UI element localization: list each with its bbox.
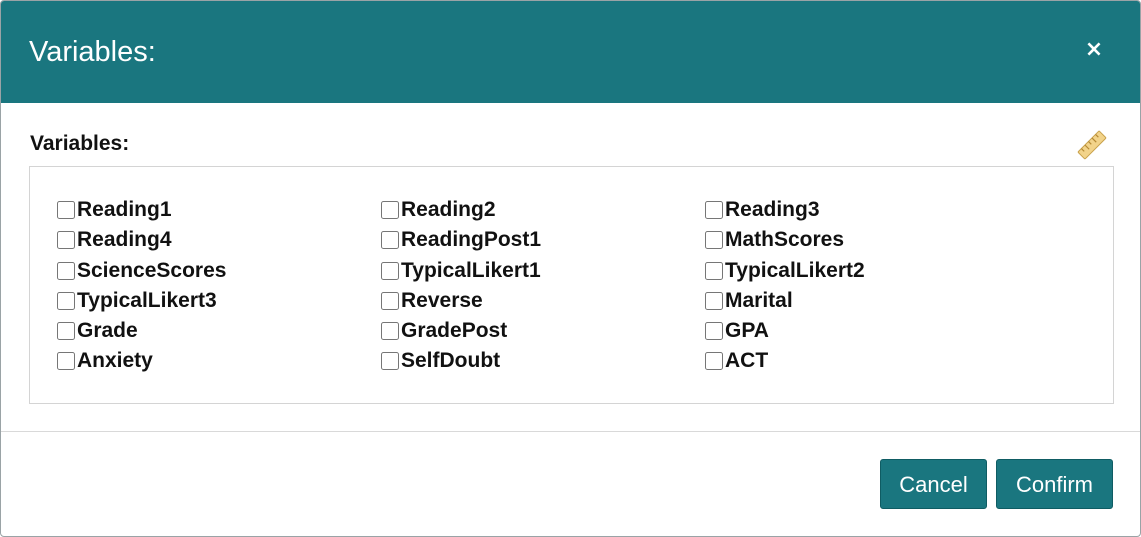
ruler-icon[interactable] [1076,129,1108,161]
variable-checkbox[interactable] [57,322,75,341]
variables-list: Reading1 Reading2 Reading3 Reading4 ReadingP… [29,166,1114,404]
footer-divider [1,431,1140,432]
cancel-button[interactable]: Cancel [880,459,987,509]
variable-item[interactable]: SelfDoubt [381,346,705,376]
variable-checkbox[interactable] [705,201,723,219]
variable-label: Marital [725,288,793,312]
variable-item[interactable]: GPA [705,316,1029,346]
variables-label: Variables: [30,132,130,155]
variable-checkbox[interactable] [705,352,723,371]
dialog-header: Variables: × [1,1,1140,103]
variable-item[interactable]: Reading1 [57,195,381,225]
variable-item[interactable]: MathScores [705,225,1029,255]
variable-checkbox[interactable] [57,291,75,310]
variable-label: SelfDoubt [401,349,501,373]
variable-checkbox[interactable] [57,261,75,280]
variable-item[interactable]: ReadingPost1 [381,225,705,255]
variable-item[interactable]: TypicalLikert2 [705,256,1029,286]
variable-label: TypicalLikert2 [725,258,865,282]
variable-item[interactable]: Anxiety [57,346,381,376]
variables-dialog: Variables: × Variables: Reading1 Reading2… [0,0,1141,537]
variable-label: GPA [725,319,769,343]
variable-checkbox[interactable] [381,261,399,280]
variable-checkbox[interactable] [705,291,723,310]
variable-item[interactable]: Grade [57,316,381,346]
variable-label: Anxiety [77,349,153,373]
variable-item[interactable]: TypicalLikert1 [381,256,705,286]
close-button[interactable]: × [1079,35,1109,65]
variable-label: ReadingPost1 [401,228,542,252]
variable-label: Reading4 [77,228,172,252]
variable-label: TypicalLikert3 [77,288,217,312]
variable-item[interactable]: Reading4 [57,225,381,255]
variable-label: TypicalLikert1 [401,258,541,282]
variable-label: Reverse [401,288,483,312]
variable-item[interactable]: Reading2 [381,195,705,225]
variable-label: Reading3 [725,198,820,221]
variable-item[interactable]: TypicalLikert3 [57,286,381,316]
variable-checkbox[interactable] [381,291,399,310]
variable-checkbox[interactable] [57,201,75,219]
variable-checkbox[interactable] [705,322,723,341]
variables-grid: Reading1 Reading2 Reading3 Reading4 ReadingP… [57,195,1029,377]
variable-item[interactable]: Reverse [381,286,705,316]
variable-checkbox[interactable] [705,231,723,250]
variable-checkbox[interactable] [381,322,399,341]
variable-checkbox[interactable] [381,201,399,219]
variable-item[interactable]: ACT [705,346,1029,376]
variable-label: ACT [725,349,769,373]
variable-label: MathScores [725,228,845,252]
variable-checkbox[interactable] [57,231,75,250]
variable-label: Reading1 [77,198,172,221]
variable-item[interactable]: ScienceScores [57,256,381,286]
variable-item[interactable]: GradePost [381,316,705,346]
variable-checkbox[interactable] [381,231,399,250]
variable-checkbox[interactable] [705,261,723,280]
confirm-button[interactable]: Confirm [996,459,1113,509]
variable-checkbox[interactable] [57,352,75,371]
dialog-title: Variables: [29,36,156,68]
variable-item[interactable]: Reading3 [705,195,1029,225]
variable-label: GradePost [401,319,508,343]
variable-checkbox[interactable] [381,352,399,371]
variable-label: Grade [77,319,138,343]
variable-label: ScienceScores [77,258,227,282]
variable-item[interactable]: Marital [705,286,1029,316]
variable-label: Reading2 [401,198,496,221]
